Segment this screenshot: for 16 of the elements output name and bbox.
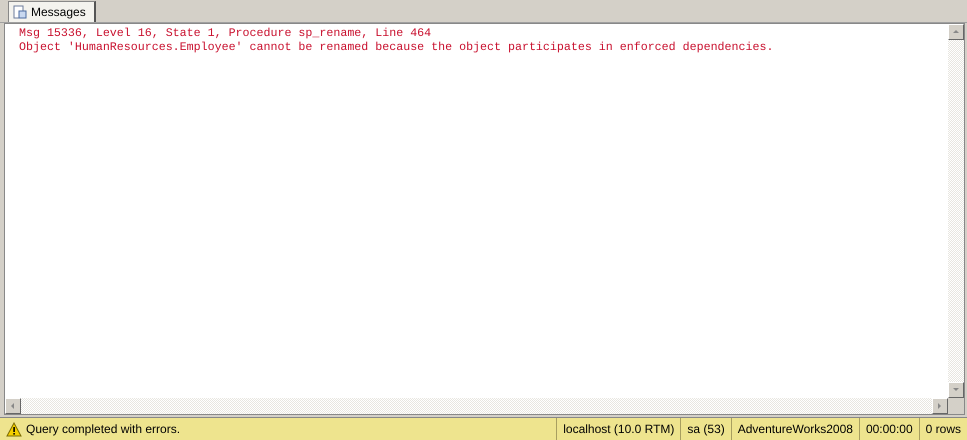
status-message: Query completed with errors. [26,422,180,436]
messages-tab[interactable]: Messages [8,0,96,22]
document-grid-icon [13,4,27,19]
error-message: Object 'HumanResources.Employee' cannot be renamed because the object participates in enforced dependencies. [19,40,774,55]
scroll-right-icon[interactable] [936,402,944,410]
status-panel: AdventureWorks2008 [730,418,859,440]
status-panel: 0 rows [918,418,967,440]
scroll-left-icon[interactable] [9,402,17,410]
scrollbar-corner [948,398,964,414]
error-message: Msg 15336, Level 16, State 1, Procedure sp_rename, Line 464 [19,26,432,41]
status-panel: sa (53) [680,418,731,440]
scroll-down-icon[interactable] [952,386,960,394]
status-panel: localhost (10.0 RTM) [556,418,680,440]
status-panel: 00:00:00 [858,418,919,440]
warning-icon [6,422,22,436]
scroll-up-icon[interactable] [952,28,960,36]
